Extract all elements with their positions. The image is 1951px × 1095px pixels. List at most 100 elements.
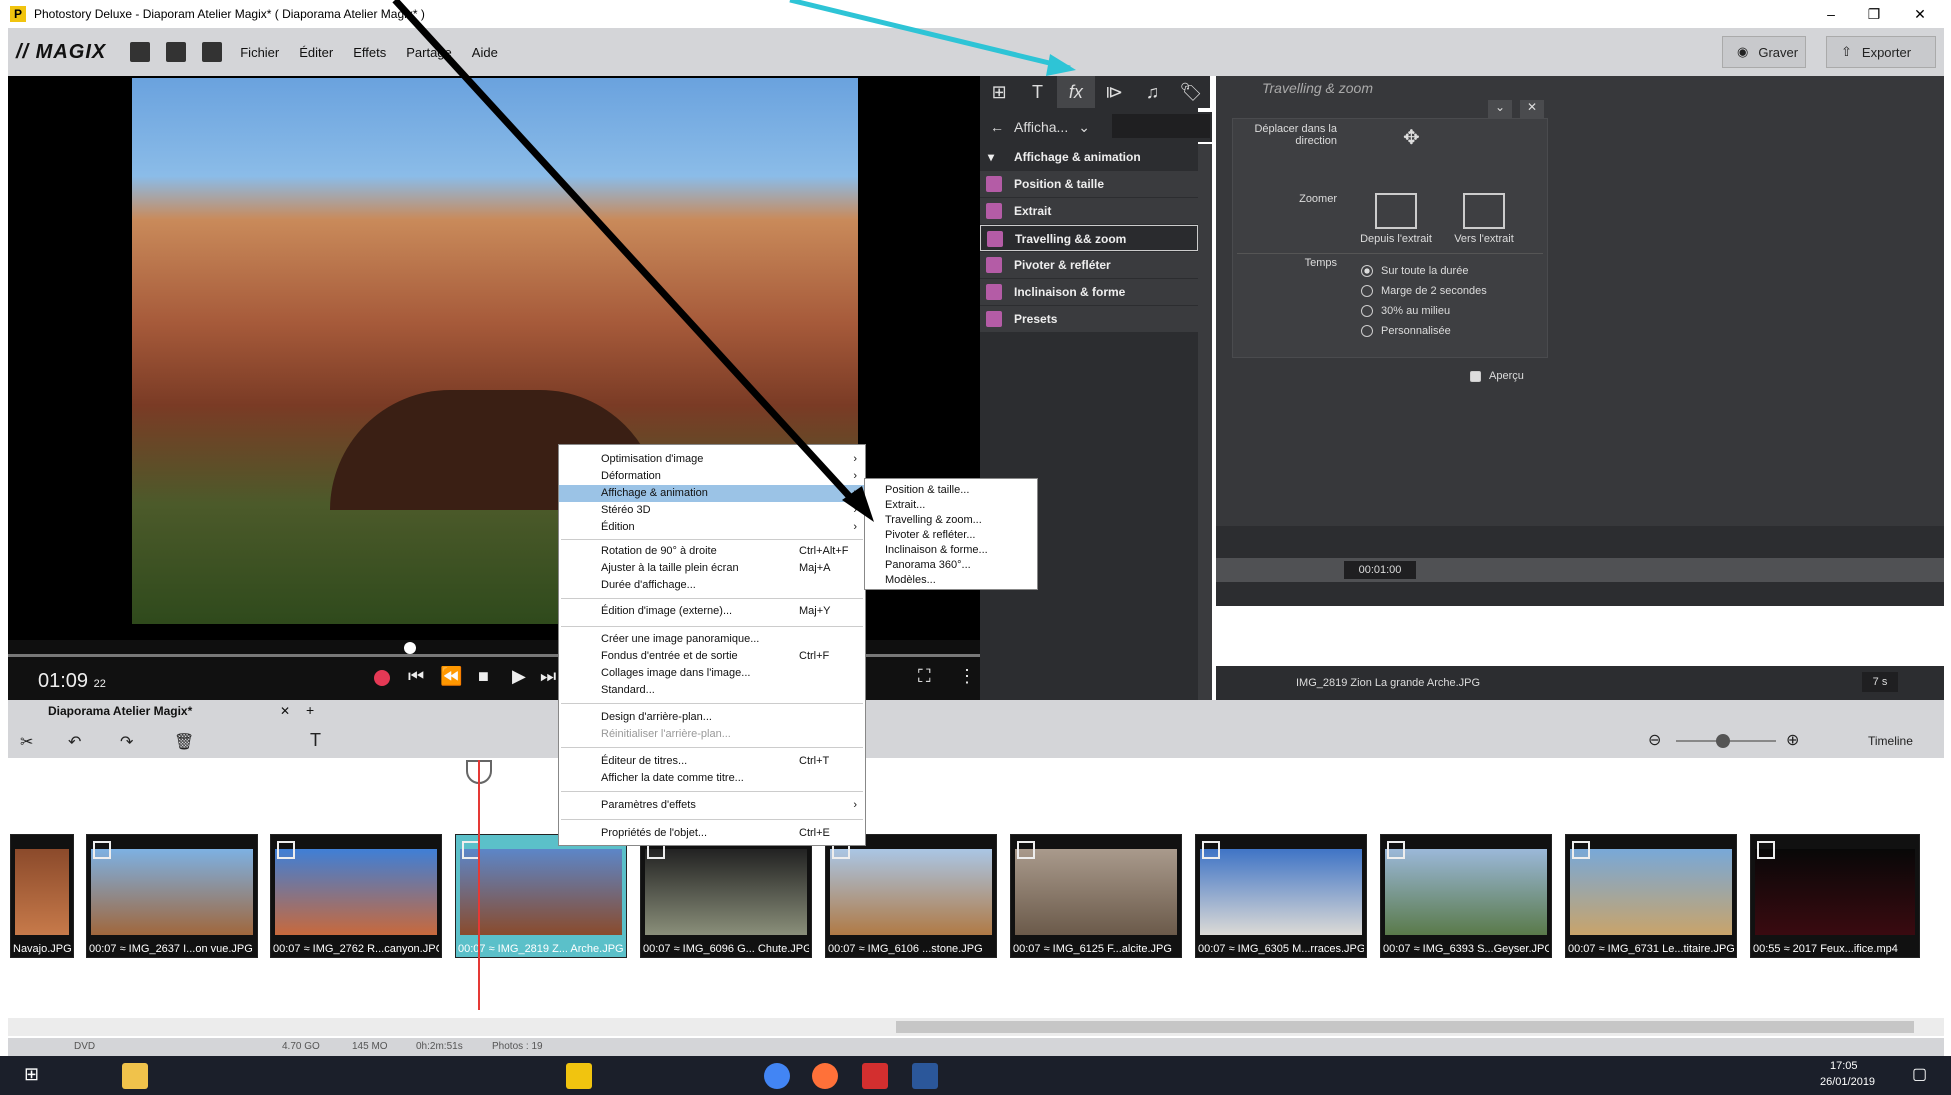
more-options-icon[interactable]: ⋮ — [958, 666, 976, 687]
context-item-4[interactable]: Édition › — [559, 519, 865, 536]
fx-item-extrait[interactable]: Extrait — [980, 198, 1198, 224]
play-icon[interactable]: ▶ — [512, 666, 526, 687]
chrome-icon[interactable] — [764, 1063, 790, 1089]
clip-select-checkbox[interactable] — [1202, 841, 1220, 859]
radio-full-duration[interactable]: Sur toute la durée — [1361, 265, 1468, 277]
zoom-slider-handle[interactable] — [1716, 734, 1730, 748]
clip-10[interactable]: 00:55 ≈ 2017 Feux...ifice.mp4 — [1750, 834, 1920, 958]
preview-checkbox[interactable]: Aperçu — [1470, 370, 1524, 382]
restore-icon[interactable]: ❐ — [1851, 0, 1897, 28]
scrubber-handle[interactable] — [404, 642, 416, 654]
windows-start-icon[interactable]: ⊞ — [24, 1064, 39, 1085]
chevron-down-icon[interactable]: ⌄ — [1488, 100, 1512, 120]
submenu-item-3[interactable]: Pivoter & refléter... — [865, 528, 1037, 543]
clip-6[interactable]: 00:07 ≈ IMG_6125 F...alcite.JPG — [1010, 834, 1182, 958]
clip-5[interactable]: 00:07 ≈ IMG_6106 ...stone.JPG — [825, 834, 997, 958]
close-panel-icon[interactable]: ✕ — [1520, 100, 1544, 120]
clip-0[interactable]: Navajo.JPG — [10, 834, 74, 958]
clip-3[interactable]: 00:07 ≈ IMG_2819 Z... Arche.JPG — [455, 834, 627, 958]
fx-item-travelling-zoom[interactable]: Travelling && zoom — [980, 225, 1198, 251]
context-item-15[interactable]: Éditeur de titres... Ctrl+T — [559, 753, 865, 770]
duration-field[interactable]: 7 s — [1862, 672, 1898, 692]
from-extract-icon[interactable] — [1375, 193, 1417, 229]
zoom-in-icon[interactable]: ⊕ — [1786, 730, 1799, 750]
clip-select-checkbox[interactable] — [1017, 841, 1035, 859]
scrollbar-thumb[interactable] — [896, 1021, 1914, 1033]
export-button[interactable]: ⇧ Exporter — [1826, 36, 1936, 68]
menu-editer[interactable]: Éditer — [299, 45, 333, 60]
context-item-17[interactable]: Paramètres d'effets › — [559, 797, 865, 814]
direction-arrows-icon[interactable]: ✥ — [1403, 125, 1420, 150]
close-icon[interactable]: ✕ — [1897, 0, 1943, 28]
fullscreen-icon[interactable]: ⛶ — [918, 666, 931, 687]
context-item-11[interactable]: Collages image dans l'image... — [559, 665, 865, 682]
context-item-18[interactable]: Propriétés de l'objet... Ctrl+E — [559, 825, 865, 842]
fx-item-pivoter[interactable]: Pivoter & refléter — [980, 252, 1198, 278]
redo-icon[interactable]: ↷ — [120, 732, 133, 752]
menu-effets[interactable]: Effets — [353, 45, 386, 60]
photostory-taskbar-icon[interactable] — [566, 1063, 592, 1089]
add-tab-icon[interactable]: + — [306, 702, 314, 718]
context-item-8[interactable]: Édition d'image (externe)... Maj+Y — [559, 603, 865, 620]
stop-icon[interactable]: ■ — [478, 666, 489, 687]
clip-9[interactable]: 00:07 ≈ IMG_6731 Le...titaire.JPG — [1565, 834, 1737, 958]
submenu-item-0[interactable]: Position & taille... — [865, 483, 1037, 498]
playhead[interactable] — [478, 760, 480, 1010]
fx-item-position-taille[interactable]: Position & taille — [980, 171, 1198, 197]
close-tab-icon[interactable]: ✕ — [280, 704, 290, 718]
submenu-item-2[interactable]: Travelling & zoom... — [865, 513, 1037, 528]
context-item-9[interactable]: Créer une image panoramique... — [559, 631, 865, 648]
context-item-1[interactable]: Déformation › — [559, 468, 865, 485]
radio-2-seconds[interactable]: Marge de 2 secondes — [1361, 285, 1487, 297]
effects-scrollbar[interactable] — [1198, 144, 1212, 700]
timeline-scrollbar[interactable] — [8, 1018, 1944, 1036]
new-file-icon[interactable] — [130, 42, 151, 62]
context-item-12[interactable]: Standard... — [559, 682, 865, 699]
notifications-icon[interactable]: ▢ — [1912, 1064, 1927, 1084]
context-item-0[interactable]: Optimisation d'image › — [559, 451, 865, 468]
submenu-item-1[interactable]: Extrait... — [865, 498, 1037, 513]
burn-button[interactable]: ◉ Graver — [1722, 36, 1806, 68]
submenu-item-4[interactable]: Inclinaison & forme... — [865, 543, 1037, 558]
clip-select-checkbox[interactable] — [1387, 841, 1405, 859]
context-item-10[interactable]: Fondus d'entrée et de sortie Ctrl+F — [559, 648, 865, 665]
templates-tab-icon[interactable]: ⊞ — [980, 76, 1018, 108]
context-item-5[interactable]: Rotation de 90° à droite Ctrl+Alt+F — [559, 543, 865, 560]
clip-1[interactable]: 00:07 ≈ IMG_2637 I...on vue.JPG — [86, 834, 258, 958]
clip-select-checkbox[interactable] — [1572, 841, 1590, 859]
radio-custom[interactable]: Personnalisée — [1361, 325, 1451, 337]
radio-30-percent[interactable]: 30% au milieu — [1361, 305, 1450, 317]
effects-tab-icon[interactable]: fx — [1056, 76, 1095, 108]
transitions-tab-icon[interactable]: ⧐ — [1095, 76, 1133, 108]
record-icon[interactable] — [374, 670, 390, 686]
context-item-6[interactable]: Ajuster à la taille plein écran Maj+A — [559, 560, 865, 577]
to-extract-icon[interactable] — [1463, 193, 1505, 229]
clip-select-checkbox[interactable] — [277, 841, 295, 859]
effects-category-dropdown[interactable]: Afficha... — [1014, 119, 1068, 135]
project-tab[interactable]: Diaporama Atelier Magix* — [48, 704, 192, 718]
context-item-13[interactable]: Design d'arrière-plan... — [559, 709, 865, 726]
clip-7[interactable]: 00:07 ≈ IMG_6305 M...rraces.JPG — [1195, 834, 1367, 958]
fx-item-inclinaison[interactable]: Inclinaison & forme — [980, 279, 1198, 305]
submenu-item-5[interactable]: Panorama 360°... — [865, 558, 1037, 573]
save-icon[interactable] — [202, 42, 223, 62]
clip-2[interactable]: 00:07 ≈ IMG_2762 R...canyon.JPG — [270, 834, 442, 958]
rewind-icon[interactable]: ⏪ — [440, 666, 462, 687]
timeline-view-label[interactable]: Timeline — [1868, 734, 1913, 748]
fx-item-presets[interactable]: Presets — [980, 306, 1198, 332]
undo-icon[interactable]: ↶ — [68, 732, 81, 752]
file-explorer-icon[interactable] — [122, 1063, 148, 1089]
fx-item-affichage-animation[interactable]: ▾ Affichage & animation — [980, 144, 1198, 170]
zoom-out-icon[interactable]: ⊖ — [1648, 730, 1661, 750]
clip-8[interactable]: 00:07 ≈ IMG_6393 S...Geyser.JPG — [1380, 834, 1552, 958]
skip-forward-icon[interactable]: ⏭ — [540, 666, 556, 687]
effects-search-input[interactable] — [1112, 114, 1210, 138]
clip-select-checkbox[interactable] — [1757, 841, 1775, 859]
minimize-icon[interactable]: – — [1808, 0, 1854, 28]
clip-4[interactable]: 00:07 ≈ IMG_6096 G... Chute.JPG — [640, 834, 812, 958]
titles-tab-icon[interactable]: T — [1018, 76, 1056, 108]
disc-type[interactable]: DVD — [74, 1041, 95, 1052]
back-arrow-icon[interactable]: ← — [990, 119, 1004, 135]
context-item-7[interactable]: Durée d'affichage... — [559, 577, 865, 594]
scissors-icon[interactable]: ✂ — [20, 732, 33, 752]
